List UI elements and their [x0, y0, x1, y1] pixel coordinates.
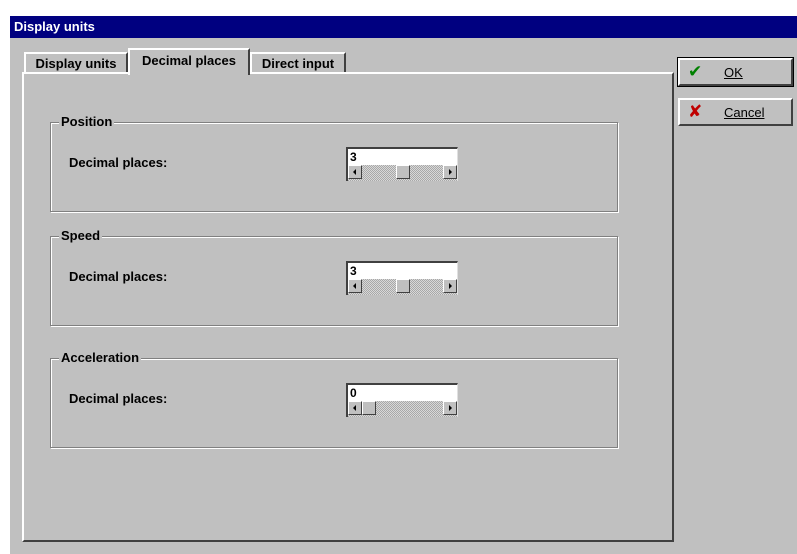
arrow-left-icon — [353, 169, 356, 175]
group-title-speed: Speed — [59, 228, 103, 243]
x-icon: ✘ — [688, 102, 703, 121]
acceleration-decimal-places-label: Decimal places: — [69, 391, 168, 406]
position-decimal-places-input[interactable] — [346, 147, 458, 165]
group-acceleration: Acceleration Decimal places: — [50, 350, 618, 448]
speed-scroll-right-button[interactable] — [443, 279, 457, 293]
acceleration-decimal-places-input[interactable] — [346, 383, 458, 401]
check-icon: ✔ — [688, 62, 703, 81]
acceleration-scroll-thumb[interactable] — [362, 401, 376, 415]
dialog-window: Display units Display units Decimal plac… — [8, 14, 797, 554]
cancel-button-label: Cancel — [724, 105, 765, 120]
group-title-position: Position — [59, 114, 115, 129]
acceleration-scroll-right-button[interactable] — [443, 401, 457, 415]
tab-panel-decimal-places: Position Decimal places: Speed Decimal p… — [22, 72, 674, 542]
ok-button[interactable]: ✔ OK — [677, 57, 794, 87]
group-title-acceleration: Acceleration — [59, 350, 142, 365]
speed-scroll-left-button[interactable] — [348, 279, 362, 293]
window-title: Display units — [14, 19, 95, 34]
speed-decimal-places-label: Decimal places: — [69, 269, 168, 284]
position-scroll-left-button[interactable] — [348, 165, 362, 179]
acceleration-scroll-left-button[interactable] — [348, 401, 362, 415]
group-position: Position Decimal places: — [50, 114, 618, 212]
speed-scroll-thumb[interactable] — [395, 279, 410, 293]
arrow-right-icon — [449, 283, 452, 289]
tab-display-units[interactable]: Display units — [24, 52, 128, 73]
cancel-button[interactable]: ✘ Cancel — [678, 98, 793, 126]
speed-decimal-places-input[interactable] — [346, 261, 458, 279]
ok-button-label: OK — [724, 65, 743, 80]
acceleration-decimal-places-scrollbar[interactable] — [346, 401, 458, 417]
position-scroll-right-button[interactable] — [443, 165, 457, 179]
arrow-left-icon — [353, 405, 356, 411]
position-scroll-thumb[interactable] — [395, 165, 410, 179]
arrow-left-icon — [353, 283, 356, 289]
speed-decimal-places-scrollbar[interactable] — [346, 279, 458, 295]
arrow-right-icon — [449, 405, 452, 411]
position-decimal-places-scrollbar[interactable] — [346, 165, 458, 181]
title-bar[interactable]: Display units — [10, 16, 797, 38]
group-speed: Speed Decimal places: — [50, 228, 618, 326]
arrow-right-icon — [449, 169, 452, 175]
tab-direct-input[interactable]: Direct input — [250, 52, 346, 73]
tab-decimal-places[interactable]: Decimal places — [128, 48, 250, 75]
position-decimal-places-label: Decimal places: — [69, 155, 168, 170]
